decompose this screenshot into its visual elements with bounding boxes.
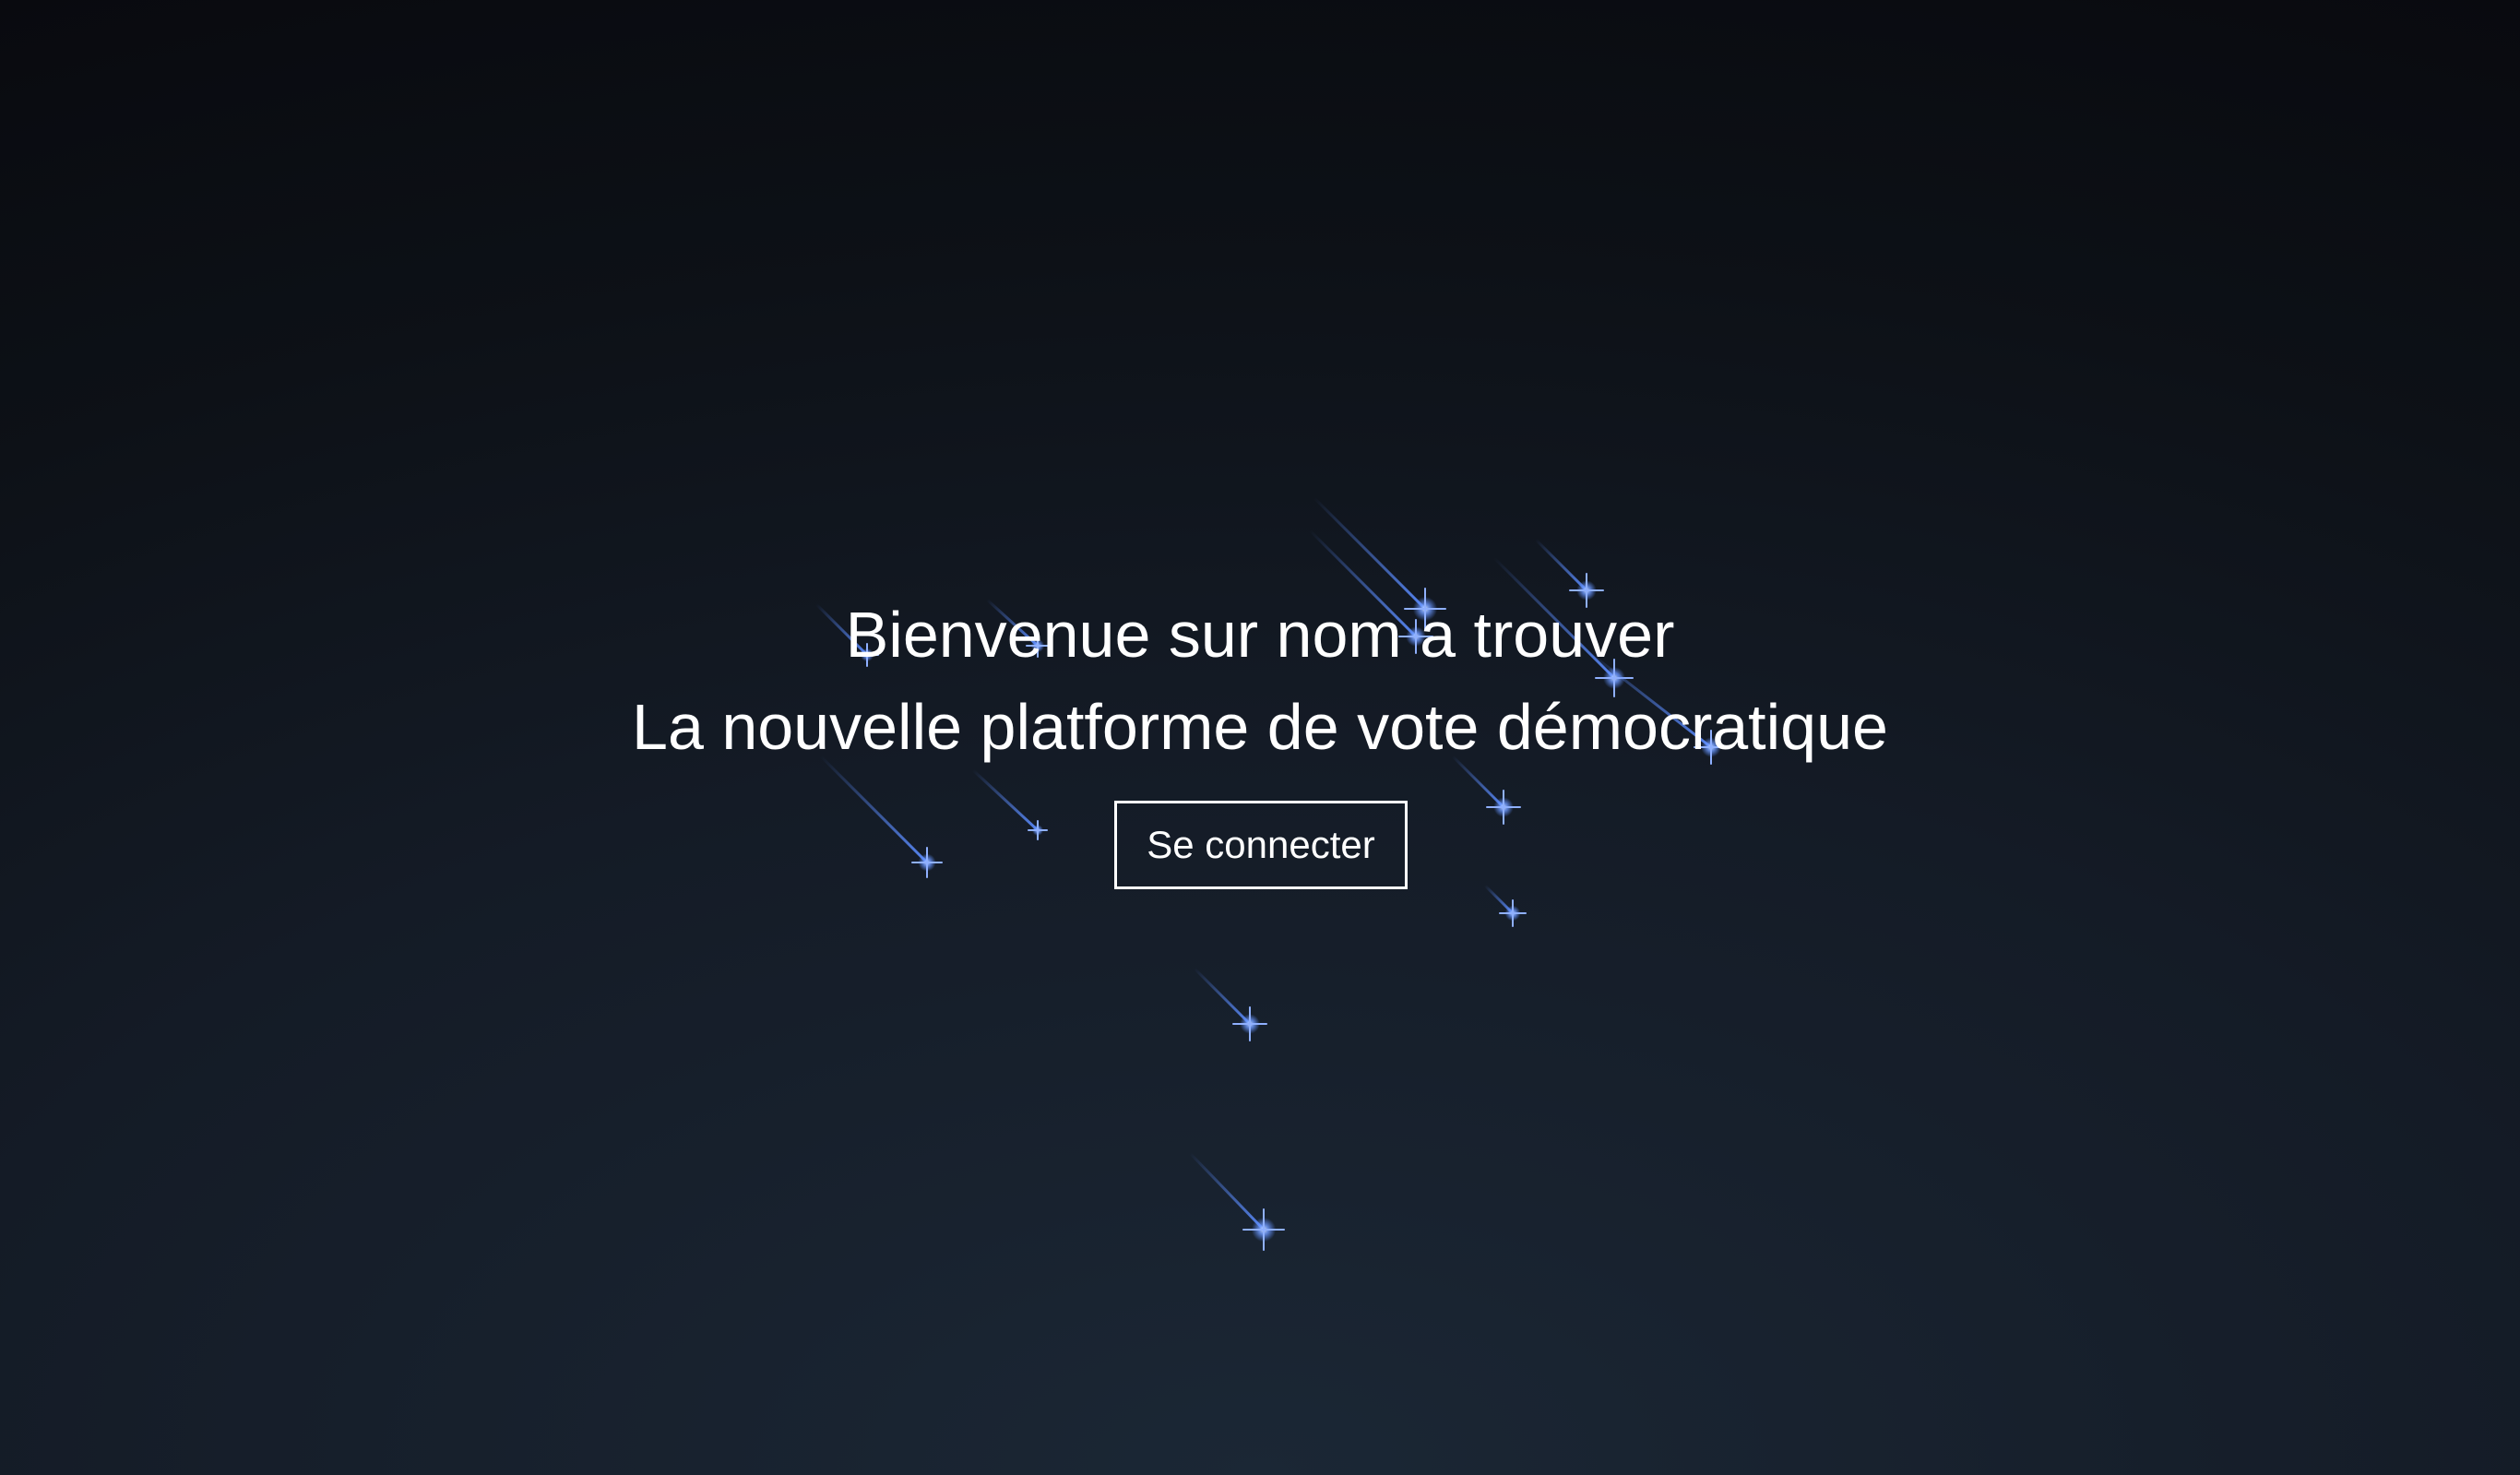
hero-section: Bienvenue sur nom a trouver La nouvelle … [0, 0, 2520, 1475]
tagline-heading: La nouvelle platforme de vote démocratiq… [632, 691, 1888, 763]
login-button[interactable]: Se connecter [1114, 801, 1408, 889]
welcome-heading: Bienvenue sur nom a trouver [845, 599, 1675, 671]
